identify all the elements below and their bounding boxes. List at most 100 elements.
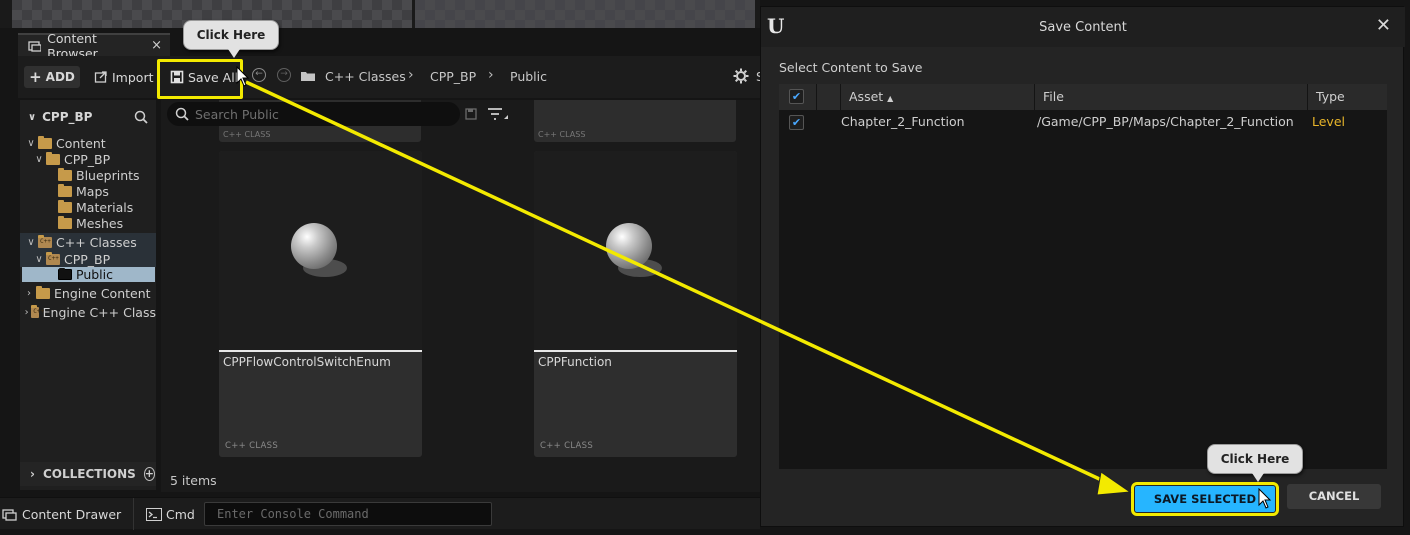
tree-item-label: Content: [56, 135, 106, 151]
history-forward-icon[interactable]: →: [277, 68, 291, 82]
tree-item-label: Public: [76, 267, 113, 282]
collections-header[interactable]: › COLLECTIONS +: [20, 462, 156, 486]
import-button[interactable]: Import: [94, 66, 154, 88]
row-checkbox[interactable]: ✔: [789, 115, 804, 130]
viewport-strip: [0, 0, 760, 28]
type-header-label: Type: [1316, 89, 1345, 104]
console-command-input[interactable]: Enter Console Command: [204, 502, 492, 526]
folder-icon: [58, 215, 72, 229]
chevron-down-icon: ∨: [35, 253, 43, 265]
history-back-icon[interactable]: ←: [252, 68, 266, 82]
status-bar: Content Drawer Cmd Enter Console Command: [0, 497, 760, 530]
content-drawer-icon: [2, 509, 17, 521]
asset-name: CPPFunction: [538, 355, 612, 369]
callout-text: Click Here: [196, 28, 266, 42]
sources-header[interactable]: ∨ CPP_BP: [20, 104, 156, 130]
dialog-subtitle: Select Content to Save: [779, 60, 923, 75]
cmd-button[interactable]: Cmd: [146, 507, 195, 522]
content-browser-toolbar: + ADD Import Save All ← → C++ Classes › …: [18, 56, 764, 98]
filter-icon[interactable]: [487, 107, 509, 123]
type-column-header[interactable]: Type: [1308, 84, 1387, 110]
save-all-highlight: [157, 59, 243, 99]
asset-tile-cppfunction[interactable]: CPPFunction C++ CLASS: [534, 151, 737, 457]
sources-panel: ∨ CPP_BP ∨ Content ∨ CPP_BP Blueprints M…: [20, 100, 156, 490]
breadcrumb-public[interactable]: Public: [510, 69, 547, 84]
add-label: ADD: [45, 70, 75, 84]
folder-icon: [58, 199, 72, 213]
asset-thumbnail: [534, 151, 737, 352]
chevron-down-icon: ∨: [28, 111, 37, 123]
tree-item-meshes[interactable]: Meshes: [20, 215, 156, 231]
row-type: Level: [1312, 114, 1345, 129]
console-placeholder: Enter Console Command: [217, 507, 369, 521]
breadcrumb-cpp-bp[interactable]: CPP_BP: [430, 69, 476, 84]
tab-content-browser[interactable]: Content Browser ×: [18, 31, 170, 61]
folder-icon: [58, 183, 72, 197]
tree-item-cpp-classes[interactable]: ∨ C++ Classes: [20, 233, 156, 251]
import-icon: [94, 71, 107, 83]
viewport-grid-right: [415, 0, 755, 28]
tree-item-blueprints[interactable]: Blueprints: [20, 167, 156, 183]
tree-item-materials[interactable]: Materials: [20, 199, 156, 215]
mouse-cursor-icon: [236, 66, 250, 87]
folder-icon: [36, 285, 50, 299]
chevron-down-icon: ∨: [27, 137, 35, 149]
breadcrumb-cpp-classes[interactable]: C++ Classes: [325, 69, 406, 84]
tree-item-label: Engine C++ Class: [42, 304, 156, 320]
cpp-folder-icon: [38, 234, 52, 248]
cancel-label: CANCEL: [1308, 489, 1360, 503]
tree-item-engine-cpp-classes[interactable]: › Engine C++ Class: [20, 304, 156, 320]
table-header: ✔ Asset ▲ File Type: [779, 84, 1387, 110]
folder-icon: [301, 72, 315, 81]
content-table: ✔ Asset ▲ File Type ✔ Chapter_2_Function…: [779, 84, 1387, 469]
save-search-icon[interactable]: [465, 108, 477, 120]
tree-item-cpp-bp-classes[interactable]: ∨ CPP_BP: [20, 251, 156, 267]
search-icon: [175, 107, 189, 121]
select-all-checkbox[interactable]: ✔: [789, 89, 804, 104]
search-input[interactable]: Search Public: [167, 102, 460, 126]
tree-item-label: Meshes: [76, 215, 124, 231]
tree-item-engine-content[interactable]: › Engine Content: [20, 285, 156, 301]
terminal-icon: [146, 508, 162, 521]
row-asset: Chapter_2_Function: [841, 114, 965, 129]
asset-tile-partial[interactable]: C++ CLASS: [534, 100, 736, 142]
cpp-folder-icon: [46, 251, 60, 265]
chevron-right-icon: ›: [24, 306, 29, 318]
asset-tile-cppflowcontrolswitchenum[interactable]: CPPFlowControlSwitchEnum C++ CLASS: [219, 151, 422, 457]
save-content-dialog: U Save Content ✕ Select Content to Save …: [760, 6, 1405, 527]
folder-icon: [46, 151, 60, 165]
tree-item-label: Materials: [76, 199, 134, 215]
asset-name: CPPFlowControlSwitchEnum: [223, 355, 391, 369]
cancel-button[interactable]: CANCEL: [1287, 484, 1381, 509]
close-icon[interactable]: ✕: [1376, 15, 1391, 36]
add-collection-icon[interactable]: +: [143, 467, 156, 481]
chevron-down-icon: ∨: [27, 236, 35, 248]
import-label: Import: [112, 69, 154, 85]
search-placeholder: Search Public: [195, 106, 279, 122]
tree-item-content[interactable]: ∨ Content: [20, 135, 156, 151]
chevron-right-icon: ›: [27, 287, 31, 299]
asset-column-header[interactable]: Asset ▲: [841, 84, 1035, 110]
chevron-right-icon: ›: [408, 67, 414, 83]
add-button[interactable]: + ADD: [24, 66, 80, 88]
tree-item-label: Engine Content: [54, 285, 151, 301]
tree-item-label: Maps: [76, 183, 109, 199]
asset-thumbnail: [219, 151, 422, 352]
file-column-header[interactable]: File: [1035, 84, 1308, 110]
class-sphere-icon: [291, 223, 337, 269]
asset-kind: C++ CLASS: [540, 441, 594, 451]
tree-item-cpp-bp[interactable]: ∨ CPP_BP: [20, 151, 156, 167]
row-file: /Game/CPP_BP/Maps/Chapter_2_Function: [1037, 114, 1294, 129]
close-tab-icon[interactable]: ×: [151, 38, 162, 53]
content-drawer-button[interactable]: Content Drawer: [0, 498, 134, 530]
folder-icon: [58, 268, 72, 280]
asset-kind: C++ CLASS: [223, 130, 271, 139]
tree-item-public[interactable]: Public: [22, 267, 155, 282]
search-icon[interactable]: [134, 110, 148, 124]
dialog-title: Save Content: [1039, 19, 1127, 35]
tree-item-label: C++ Classes: [56, 234, 137, 250]
settings-gear-icon[interactable]: [733, 68, 749, 84]
table-row[interactable]: ✔ Chapter_2_Function /Game/CPP_BP/Maps/C…: [779, 112, 1387, 132]
save-selected-button[interactable]: SAVE SELECTED: [1131, 482, 1279, 516]
tree-item-maps[interactable]: Maps: [20, 183, 156, 199]
